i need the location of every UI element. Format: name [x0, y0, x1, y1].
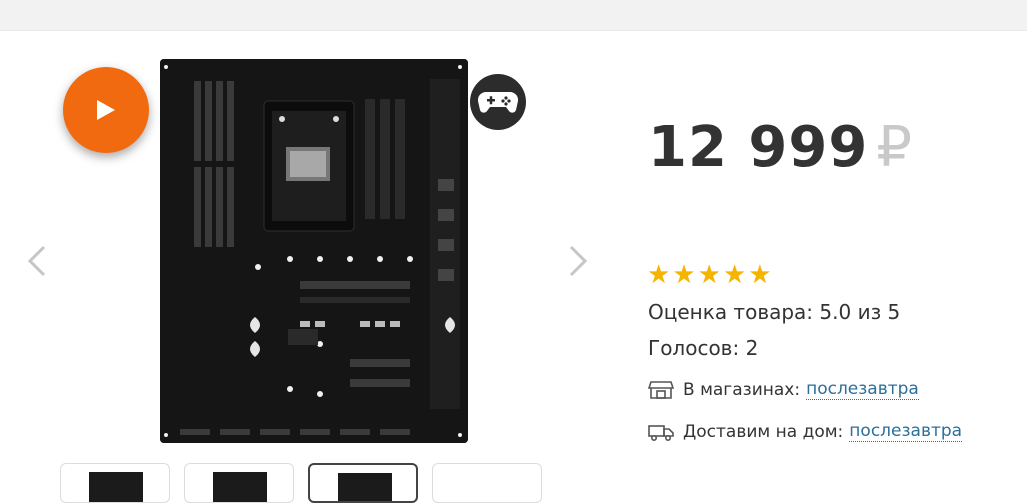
rating-label: Оценка товара: 5.0 из 5	[648, 300, 901, 324]
product-gallery	[0, 31, 620, 503]
truck-icon	[648, 424, 674, 441]
store-date-link[interactable]: послезавтра	[806, 379, 919, 400]
star-icon: ★	[722, 260, 747, 290]
home-delivery-label: Доставим на дом:	[683, 421, 844, 442]
thumbnail-strip	[60, 463, 542, 503]
star-icon: ★	[748, 260, 772, 290]
gamepad-icon	[478, 91, 518, 113]
chevron-left-icon	[27, 245, 46, 277]
gallery-prev-button[interactable]	[24, 241, 50, 281]
play-icon	[97, 100, 115, 120]
chevron-right-icon	[569, 245, 588, 277]
top-bar	[0, 0, 1027, 31]
gamepad-badge	[470, 74, 526, 130]
star-icon: ★	[647, 260, 671, 290]
price-value: 12 999	[648, 115, 869, 180]
store-label: В магазинах:	[683, 379, 801, 400]
thumbnail[interactable]	[432, 463, 542, 503]
currency-symbol: ₽	[876, 115, 913, 180]
home-delivery: Доставим на дом: послезавтра	[648, 421, 963, 442]
rating-stars: ★ ★ ★ ★ ★	[647, 262, 772, 288]
star-icon: ★	[697, 260, 721, 290]
thumbnail[interactable]	[60, 463, 170, 503]
store-icon	[648, 380, 674, 399]
thumbnail-active[interactable]	[308, 463, 418, 503]
thumbnail[interactable]	[184, 463, 294, 503]
motherboard-image	[160, 59, 468, 443]
product-image[interactable]	[160, 59, 468, 443]
play-video-button[interactable]	[63, 67, 149, 153]
star-icon: ★	[672, 260, 696, 290]
home-date-link[interactable]: послезавтра	[849, 421, 963, 442]
store-availability: В магазинах: послезавтра	[648, 379, 919, 400]
gallery-next-button[interactable]	[565, 241, 591, 281]
product-price: 12 999 ₽	[648, 115, 913, 180]
votes-label: Голосов: 2	[648, 336, 759, 360]
